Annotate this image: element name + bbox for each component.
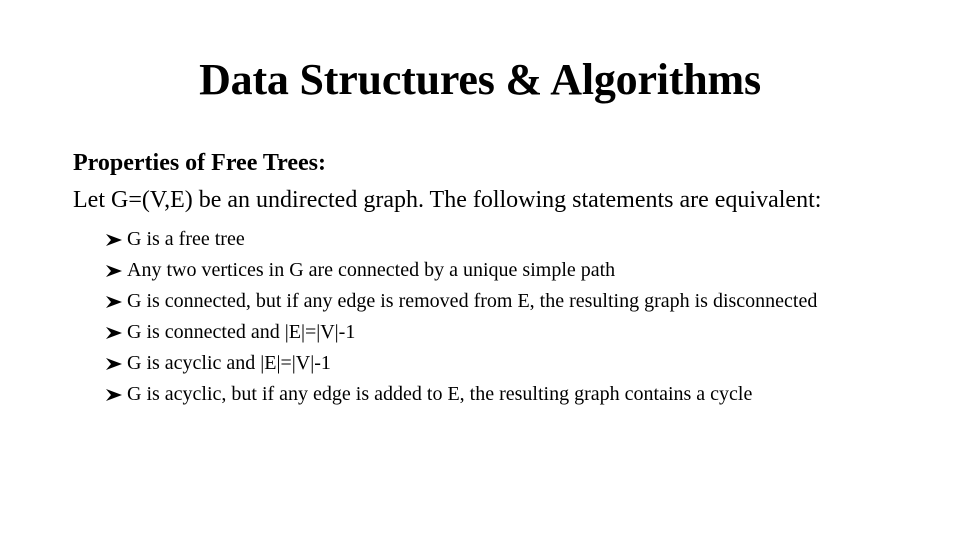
arrowhead-bullet-icon bbox=[106, 327, 122, 339]
statement-text: G is connected, but if any edge is remov… bbox=[127, 290, 818, 312]
list-item: G is acyclic, but if any edge is added t… bbox=[105, 381, 847, 407]
section-heading: Properties of Free Trees: bbox=[73, 150, 327, 176]
arrowhead-bullet-icon bbox=[106, 358, 122, 370]
statement-text: Any two vertices in G are connected by a… bbox=[127, 259, 616, 281]
arrowhead-bullet-icon bbox=[106, 296, 122, 308]
intro-text: Let G=(V,E) be an undirected graph. The … bbox=[73, 187, 822, 213]
slide-title: Data Structures & Algorithms bbox=[199, 55, 761, 104]
list-item: G is a free tree bbox=[105, 226, 847, 252]
statement-text: G is acyclic and |E|=|V|-1 bbox=[127, 352, 331, 374]
arrowhead-bullet-icon bbox=[106, 389, 122, 401]
list-item: Any two vertices in G are connected by a… bbox=[105, 257, 847, 283]
list-item: G is acyclic and |E|=|V|-1 bbox=[105, 350, 847, 376]
statement-text: G is a free tree bbox=[127, 228, 245, 250]
arrowhead-bullet-icon bbox=[106, 234, 122, 246]
equivalent-statements-list: G is a free tree Any two vertices in G a… bbox=[73, 226, 893, 407]
arrowhead-bullet-icon bbox=[106, 265, 122, 277]
list-item: G is connected, but if any edge is remov… bbox=[105, 288, 847, 314]
slide-body: Properties of Free Trees: Let G=(V,E) be… bbox=[73, 148, 893, 412]
statement-text: G is connected and |E|=|V|-1 bbox=[127, 321, 356, 343]
statement-text: G is acyclic, but if any edge is added t… bbox=[127, 383, 753, 405]
list-item: G is connected and |E|=|V|-1 bbox=[105, 319, 847, 345]
